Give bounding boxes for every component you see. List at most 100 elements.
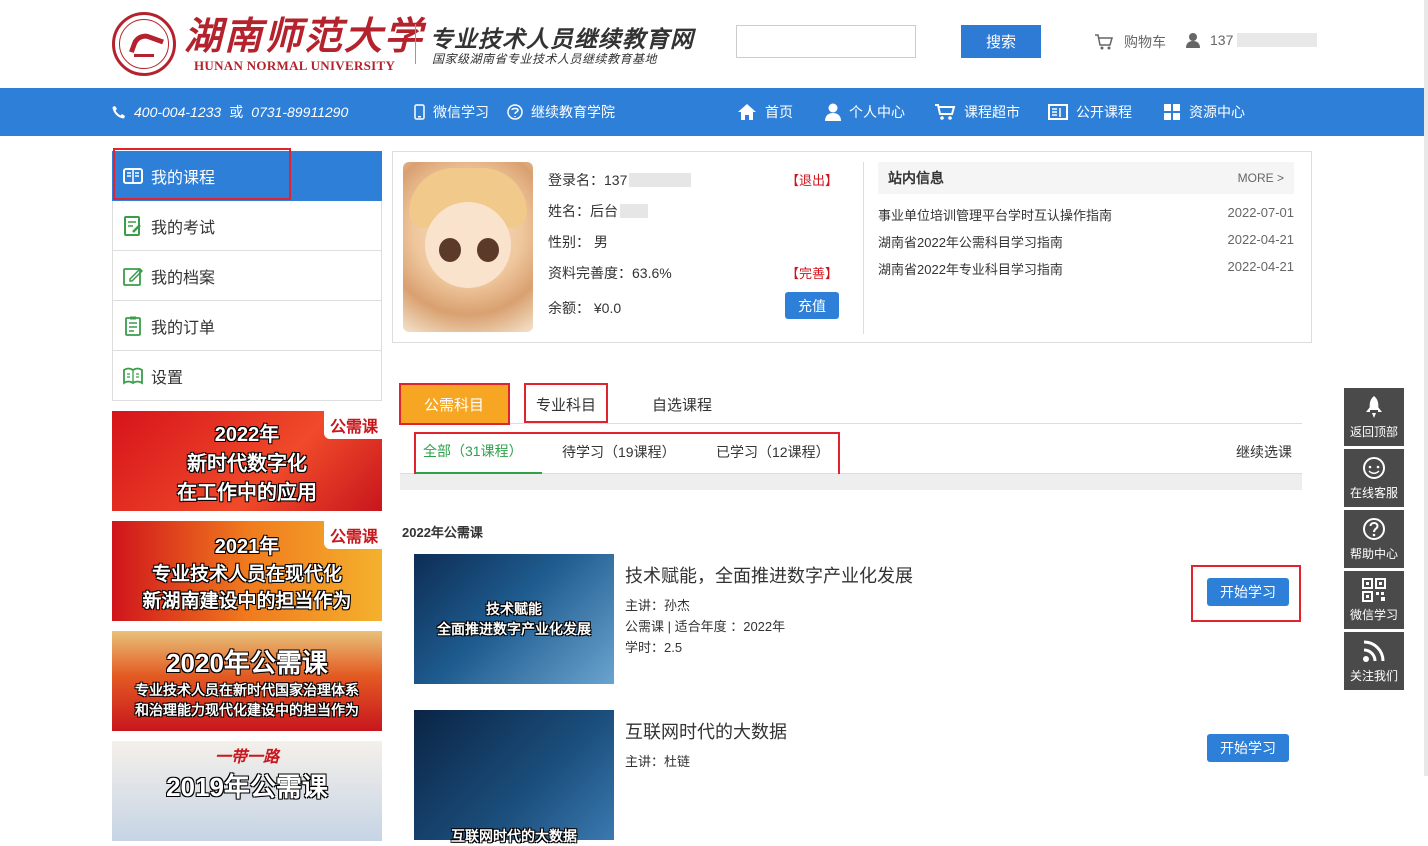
profile-panel: 登录名：137 【退出】 姓名：后台 性别： 男 资料完善度：63.6% 【完善… — [392, 151, 1312, 343]
news-item[interactable]: 湖南省2022年公需科目学习指南 2022-04-21 — [878, 232, 1294, 251]
mobile-icon — [414, 104, 425, 120]
grid-icon — [1164, 104, 1180, 120]
banner-line2: 专业技术人员在现代化 — [151, 563, 342, 585]
news-more-link[interactable]: MORE > — [1238, 171, 1284, 185]
start-learning-button[interactable]: 开始学习 — [1207, 578, 1289, 606]
nav-wechat-label: 微信学习 — [433, 104, 489, 120]
nav-public-courses[interactable]: 公开课程 — [1048, 88, 1132, 136]
banner-2022-public-course[interactable]: 公需课 2022年 新时代数字化 在工作中的应用 — [112, 411, 382, 511]
site-title: 专业技术人员继续教育网 — [430, 26, 694, 52]
qr-code-icon — [1362, 577, 1386, 602]
college-icon — [507, 104, 523, 120]
wechat-learning-button[interactable]: 微信学习 — [1344, 571, 1404, 629]
book-icon — [1048, 104, 1068, 120]
tab-public-subjects[interactable]: 公需科目 — [400, 384, 508, 424]
logout-link[interactable]: 【退出】 — [786, 170, 838, 189]
subtab-pending[interactable]: 待学习（19课程） — [562, 430, 676, 474]
news-item-date: 2022-04-21 — [1227, 259, 1295, 274]
back-to-top-button[interactable]: 返回顶部 — [1344, 388, 1404, 446]
course-hours: 学时：2.5 — [625, 640, 683, 655]
sidebar-item-settings[interactable]: 设置 — [112, 351, 382, 401]
nav-home-label: 首页 — [765, 104, 793, 120]
sidebar-item-my-orders[interactable]: 我的订单 — [112, 301, 382, 351]
banner-line1: 2022年 — [214, 423, 280, 446]
nav-home[interactable]: 首页 — [737, 88, 793, 136]
gender-value: 男 — [593, 234, 608, 250]
start-learning-button[interactable]: 开始学习 — [1207, 734, 1289, 762]
profile-completeness: 资料完善度：63.6% — [548, 263, 672, 283]
nav-course-market[interactable]: 课程超市 — [934, 88, 1020, 136]
help-center-button[interactable]: 帮助中心 — [1344, 510, 1404, 568]
cart-link[interactable]: 购物车 — [1094, 32, 1166, 52]
cart-icon — [1095, 34, 1113, 50]
logo-english-name: HUNAN NORMAL UNIVERSITY — [194, 58, 396, 73]
back-to-top-label: 返回顶部 — [1349, 424, 1398, 439]
news-item-date: 2022-04-21 — [1227, 232, 1295, 247]
banner-line3: 新湖南建设中的担当作为 — [142, 590, 352, 612]
news-item-text: 事业单位培训管理平台学时互认操作指南 — [878, 208, 1113, 223]
sidebar: 我的课程 我的考试 我的档案 我的订单 设置 公需课 2022年 新时代数字化 … — [112, 151, 382, 841]
exam-icon — [124, 215, 141, 236]
complete-profile-link[interactable]: 【完善】 — [786, 263, 838, 282]
thumb-line1: 技术赋能 — [486, 601, 542, 617]
phone-or: 或 — [229, 104, 244, 120]
news-item[interactable]: 事业单位培训管理平台学时互认操作指南 2022-07-01 — [878, 205, 1294, 224]
news-item-text: 湖南省2022年公需科目学习指南 — [878, 235, 1063, 250]
banner-2021-public-course[interactable]: 公需课 2021年 专业技术人员在现代化 新湖南建设中的担当作为 — [112, 521, 382, 621]
phone-number-2: 0731-89911290 — [251, 104, 349, 120]
balance-label: 余额： — [548, 300, 590, 316]
course-item: 技术赋能 全面推进数字产业化发展 技术赋能，全面推进数字产业化发展 主讲：孙杰 公… — [414, 554, 1302, 686]
sidebar-item-label: 我的课程 — [151, 170, 216, 187]
course-status-subtabs: 全部（31课程） 待学习（19课程） 已学习（12课程） 继续选课 — [400, 430, 1302, 474]
recharge-button[interactable]: 充值 — [785, 292, 839, 319]
nav-wechat-learning[interactable]: 微信学习 — [414, 88, 489, 136]
nav-personal-label: 个人中心 — [849, 104, 905, 120]
rss-icon — [1363, 640, 1385, 662]
banner-2019-public-course[interactable]: 一带一路 2019年公需课 — [112, 741, 382, 841]
user-icon — [1186, 33, 1200, 48]
banner-tag: 公需课 — [323, 411, 382, 439]
help-center-label: 帮助中心 — [1349, 546, 1398, 561]
follow-us-label: 关注我们 — [1349, 668, 1398, 683]
course-thumbnail[interactable]: 互联网时代的大数据 — [414, 710, 614, 844]
course-item: 互联网时代的大数据 互联网时代的大数据 主讲：杜链 开始学习 — [414, 710, 1302, 844]
sidebar-item-my-exams[interactable]: 我的考试 — [112, 201, 382, 251]
sidebar-item-my-profile[interactable]: 我的档案 — [112, 251, 382, 301]
nav-resource-center[interactable]: 资源中心 — [1163, 88, 1245, 136]
course-title[interactable]: 互联网时代的大数据 — [625, 718, 787, 744]
phone-icon — [112, 106, 125, 119]
subtab-all[interactable]: 全部（31课程） — [415, 430, 542, 474]
search-input[interactable] — [736, 25, 916, 58]
wechat-learning-label: 微信学习 — [1349, 607, 1398, 622]
page-scrollbar[interactable] — [1424, 0, 1428, 776]
banner-line3: 在工作中的应用 — [177, 481, 317, 504]
course-title[interactable]: 技术赋能，全面推进数字产业化发展 — [625, 562, 913, 588]
subtab-completed[interactable]: 已学习（12课程） — [716, 430, 830, 474]
user-name: 137 — [1210, 32, 1234, 48]
course-thumbnail[interactable]: 技术赋能 全面推进数字产业化发展 — [414, 554, 614, 684]
online-service-button[interactable]: 在线客服 — [1344, 449, 1404, 507]
nav-college[interactable]: 继续教育学院 — [507, 88, 615, 136]
news-item-date: 2022-07-01 — [1227, 205, 1295, 220]
tab-elective-courses[interactable]: 自选课程 — [640, 384, 724, 424]
follow-us-button[interactable]: 关注我们 — [1344, 632, 1404, 690]
shopping-cart-icon — [935, 104, 956, 120]
site-subtitle: 国家级湖南省专业技术人员继续教育基地 — [432, 52, 658, 66]
news-item[interactable]: 湖南省2022年专业科目学习指南 2022-04-21 — [878, 259, 1294, 278]
search-button[interactable]: 搜索 — [961, 25, 1041, 58]
university-seal-logo[interactable] — [112, 12, 176, 76]
tab-professional-subjects[interactable]: 专业科目 — [524, 384, 608, 424]
nav-personal-center[interactable]: 个人中心 — [825, 88, 905, 136]
login-name-redacted — [629, 173, 692, 187]
course-lecturer: 主讲：杜链 — [625, 754, 691, 769]
nav-resources-label: 资源中心 — [1189, 104, 1245, 120]
banner-2020-public-course[interactable]: 2020年公需课 专业技术人员在新时代国家治理体系 和治理能力现代化建设中的担当… — [112, 631, 382, 731]
avatar[interactable] — [403, 162, 533, 332]
account-balance: 余额： ¥0.0 — [548, 298, 621, 318]
logo-chinese-name: 湖南师范大学 — [184, 13, 425, 58]
continue-selecting-link[interactable]: 继续选课 — [1236, 430, 1292, 474]
gender-label: 性别： — [548, 234, 590, 250]
sidebar-item-my-courses[interactable]: 我的课程 — [112, 151, 382, 201]
user-menu[interactable]: 137 — [1186, 32, 1318, 48]
login-name-label: 登录名：137 — [548, 172, 628, 188]
